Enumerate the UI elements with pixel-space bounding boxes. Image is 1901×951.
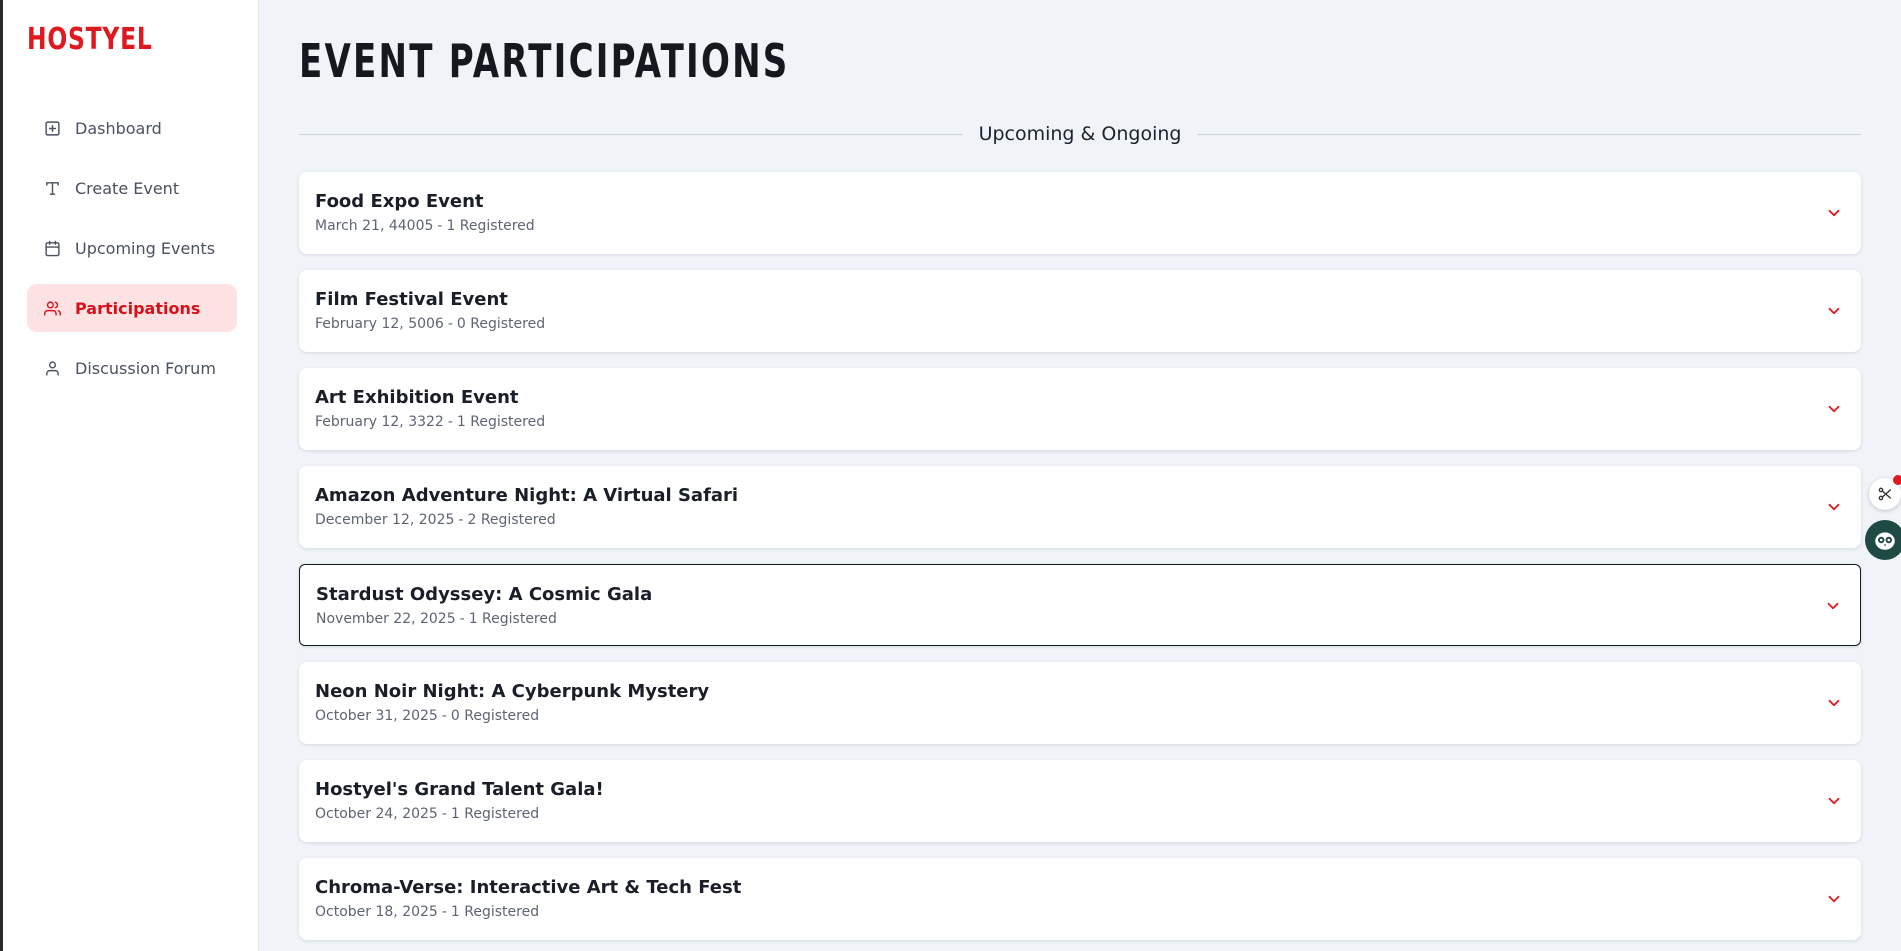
event-card[interactable]: Amazon Adventure Night: A Virtual Safari… <box>299 466 1861 548</box>
event-meta: February 12, 5006-0 Registered <box>315 316 545 332</box>
sidebar-item-label: Dashboard <box>75 118 162 138</box>
event-meta: March 21, 44005-1 Registered <box>315 218 535 234</box>
sidebar-item-label: Create Event <box>75 178 180 198</box>
event-card[interactable]: Stardust Odyssey: A Cosmic Gala November… <box>299 564 1861 646</box>
event-registered-count: 1 Registered <box>450 904 540 920</box>
event-meta: October 31, 2025-0 Registered <box>315 708 539 724</box>
event-registered-count: 0 Registered <box>450 708 540 724</box>
chevron-down-icon[interactable] <box>1824 597 1842 615</box>
event-title: Amazon Adventure Night: A Virtual Safari <box>315 485 739 506</box>
calendar-icon <box>43 239 61 257</box>
event-card[interactable]: Food Expo Event March 21, 44005-1 Regist… <box>299 172 1861 254</box>
event-date: October 31, 2025 <box>315 708 438 724</box>
section-divider: Upcoming & Ongoing <box>299 122 1862 146</box>
event-title: Stardust Odyssey: A Cosmic Gala <box>316 584 653 605</box>
event-title: Hostyel's Grand Talent Gala! <box>315 779 604 800</box>
chevron-down-icon[interactable] <box>1825 204 1843 222</box>
event-registered-count: 1 Registered <box>456 414 546 430</box>
event-title: Chroma-Verse: Interactive Art & Tech Fes… <box>315 877 742 898</box>
chevron-down-icon[interactable] <box>1825 498 1843 516</box>
event-card[interactable]: Chroma-Verse: Interactive Art & Tech Fes… <box>299 858 1861 940</box>
sidebar-item-label: Discussion Forum <box>75 358 216 378</box>
users-icon <box>43 299 61 317</box>
chevron-down-icon[interactable] <box>1825 792 1843 810</box>
chevron-down-icon[interactable] <box>1825 694 1843 712</box>
sidebar-item-label: Upcoming Events <box>75 238 216 258</box>
divider-line <box>1197 133 1862 135</box>
meta-separator: - <box>441 806 447 822</box>
event-date: October 18, 2025 <box>315 904 438 920</box>
event-registered-count: 1 Registered <box>450 806 540 822</box>
event-registered-count: 2 Registered <box>467 512 556 528</box>
event-date: October 24, 2025 <box>315 806 438 822</box>
share-icon <box>1878 487 1891 501</box>
main-content: EVENT PARTICIPATIONS Upcoming & Ongoing … <box>259 0 1901 951</box>
sidebar-item-upcoming-events[interactable]: Upcoming Events <box>27 224 237 272</box>
app-window: HOSTYEL Dashboard Create Event Upcoming … <box>0 0 1901 951</box>
event-date: February 12, 5006 <box>315 316 444 332</box>
event-meta: February 12, 3322-1 Registered <box>315 414 545 430</box>
event-date: December 12, 2025 <box>315 512 455 528</box>
share-button[interactable] <box>1869 475 1901 510</box>
sidebar-nav: Dashboard Create Event Upcoming Events P… <box>27 104 237 404</box>
meta-separator: - <box>441 904 447 920</box>
event-meta: November 22, 2025-1 Registered <box>316 611 557 627</box>
event-title: Food Expo Event <box>315 191 484 212</box>
owl-icon <box>1875 532 1895 550</box>
sidebar: HOSTYEL Dashboard Create Event Upcoming … <box>3 0 259 951</box>
event-card[interactable]: Art Exhibition Event February 12, 3322-1… <box>299 368 1861 450</box>
page-title: EVENT PARTICIPATIONS <box>299 34 790 88</box>
event-meta: October 24, 2025-1 Registered <box>315 806 539 822</box>
brand-logo[interactable]: HOSTYEL <box>27 22 153 57</box>
event-title: Film Festival Event <box>315 289 508 310</box>
sidebar-item-label: Participations <box>75 298 201 318</box>
event-meta: December 12, 2025-2 Registered <box>315 512 556 528</box>
event-date: November 22, 2025 <box>316 611 456 627</box>
chevron-down-icon[interactable] <box>1825 890 1843 908</box>
event-title: Neon Noir Night: A Cyberpunk Mystery <box>315 681 710 702</box>
event-date: February 12, 3322 <box>315 414 444 430</box>
section-label: Upcoming & Ongoing <box>978 123 1182 145</box>
event-registered-count: 1 Registered <box>468 611 557 627</box>
notification-dot <box>1893 475 1901 485</box>
event-registered-count: 1 Registered <box>446 218 535 234</box>
event-registered-count: 0 Registered <box>456 316 546 332</box>
event-card[interactable]: Hostyel's Grand Talent Gala! October 24,… <box>299 760 1861 842</box>
plus-square-icon <box>43 119 61 137</box>
meta-separator: - <box>447 316 453 332</box>
user-icon <box>43 359 61 377</box>
meta-separator: - <box>441 708 447 724</box>
sidebar-item-create-event[interactable]: Create Event <box>27 164 237 212</box>
chevron-down-icon[interactable] <box>1825 302 1843 320</box>
meta-separator: - <box>447 414 453 430</box>
event-list: Food Expo Event March 21, 44005-1 Regist… <box>299 172 1861 951</box>
meta-separator: - <box>458 512 464 528</box>
sidebar-item-discussion-forum[interactable]: Discussion Forum <box>27 344 237 392</box>
meta-separator: - <box>459 611 465 627</box>
assistant-button[interactable] <box>1865 520 1901 560</box>
event-card[interactable]: Film Festival Event February 12, 5006-0 … <box>299 270 1861 352</box>
event-meta: October 18, 2025-1 Registered <box>315 904 539 920</box>
text-icon <box>43 179 61 197</box>
chevron-down-icon[interactable] <box>1825 400 1843 418</box>
sidebar-item-participations[interactable]: Participations <box>27 284 237 332</box>
meta-separator: - <box>437 218 443 234</box>
divider-line <box>299 133 963 135</box>
event-date: March 21, 44005 <box>315 218 434 234</box>
sidebar-item-dashboard[interactable]: Dashboard <box>27 104 237 152</box>
event-title: Art Exhibition Event <box>315 387 519 408</box>
event-card[interactable]: Neon Noir Night: A Cyberpunk Mystery Oct… <box>299 662 1861 744</box>
